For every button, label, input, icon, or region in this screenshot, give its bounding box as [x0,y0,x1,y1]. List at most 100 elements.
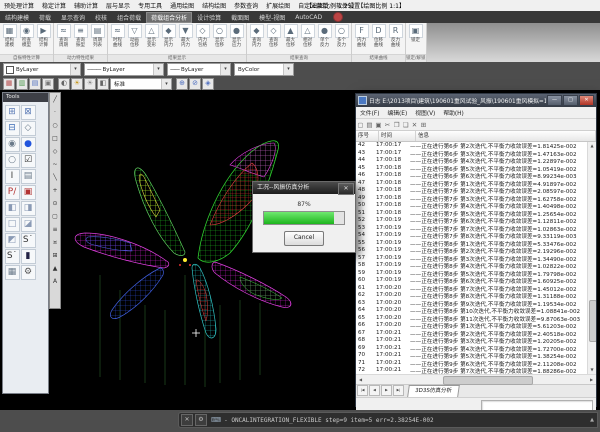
tool-palette-icon[interactable]: S˙ [5,249,20,264]
draw-tool-icon[interactable]: A [53,275,57,288]
tool-palette-icon[interactable]: ▦ [5,265,20,280]
tool-palette-icon[interactable]: ◩ [5,233,20,248]
log-row[interactable]: 67 17:00:21 ——正在进行第9步 第2次迭代,不平衡力收敛误差=2.4… [356,330,596,338]
ribbon-button[interactable]: △ 相对 位移 [300,24,316,54]
log-menu-item[interactable]: 视图(V) [411,108,439,117]
draw-tool-icon[interactable]: ~ [52,158,57,171]
log-row[interactable]: 56 17:00:19 ——正在进行第8步 第2次迭代,不平衡力收敛误差=2.1… [356,247,596,255]
close-icon[interactable]: ✕ [181,414,193,426]
customize-wrench-icon[interactable]: ⚙ [195,414,207,426]
toolbar-icon-button[interactable]: ◧ [97,78,109,90]
log-row[interactable]: 58 17:00:19 ——正在进行第8步 第4次迭代,不平衡力收敛误差=1.0… [356,262,596,270]
lineweight-combo[interactable]: —— ByLayer ▾ [167,63,231,76]
linetype-combo[interactable]: ——— ByLayer ▾ [84,63,164,76]
tool-palette-icon[interactable]: S˙ [21,233,36,248]
ribbon-button[interactable]: ○ 显示 位移 [212,24,228,54]
tool-palette-icon[interactable]: ⊟ [5,121,20,136]
log-toolbar-icon[interactable]: ❐ [392,121,401,129]
ribbon-button[interactable]: △ 显示 变形 [144,24,160,54]
log-menu-item[interactable]: 帮助(H) [439,108,467,117]
module-tab[interactable]: 荷载组合分析 [146,12,192,23]
log-toolbar-icon[interactable]: ▢ [356,121,365,129]
vertical-scrollbar[interactable]: ▲ ▼ [587,142,596,374]
log-row[interactable]: 52 17:00:19 ——正在进行第7步 第6次迭代,不平衡力收敛误差=1.1… [356,217,596,225]
ribbon-button[interactable]: ▲ 最大 位移 [283,24,299,54]
module-tab[interactable]: 组合荷载 [112,12,146,23]
command-line[interactable]: ✕ ⚙ ⌨ - ONCALINTEGRATION_FLEXIBLE step=9… [178,412,598,428]
ribbon-button[interactable]: ≈ 时程 曲线 [110,24,126,54]
log-row[interactable]: 44 17:00:18 ——正在进行第6步 第4次迭代,不平衡力收敛误差=1.2… [356,157,596,165]
log-row[interactable]: 64 17:00:20 ——正在进行第8步 第10次迭代,不平衡力收敛误差=1.… [356,307,596,315]
ribbon-button[interactable]: ▦ 结构 建模 [2,24,18,54]
tool-palette-icon[interactable]: ⚙ [21,265,36,280]
tool-palette-icon[interactable]: ⊞ [5,105,20,120]
tab-nav-button[interactable]: ◀ [369,385,380,396]
ribbon-button[interactable]: ▼ 最大 内力 [178,24,194,54]
log-toolbar-icon[interactable]: ▣ [374,121,383,129]
ribbon-button[interactable]: ◇ 内力 包络 [195,24,211,54]
cancel-button[interactable]: Cancel [284,231,324,246]
tool-palette-icon[interactable]: ● [21,137,36,152]
log-row[interactable]: 50 17:00:18 ——正在进行第7步 第4次迭代,不平衡力收敛误差=1.4… [356,202,596,210]
menu-item[interactable]: 结构绘图 [198,1,230,10]
toolbar-icon-button[interactable]: ☀ [71,78,83,90]
draw-tool-icon[interactable]: ▢ [52,210,58,223]
ribbon-button[interactable]: ○ 多个 反力 [334,24,350,54]
draw-tool-icon[interactable]: ◇ [53,145,58,158]
draw-tool-icon[interactable]: ≡ [52,223,57,236]
log-menu-item[interactable]: 文件(F) [356,108,383,117]
tool-palette-icon[interactable]: I [5,169,20,184]
log-row[interactable]: 68 17:00:21 ——正在进行第9步 第3次迭代,不平衡力收敛误差=1.2… [356,337,596,345]
menu-item[interactable]: 专用工具 [134,1,166,10]
log-row[interactable]: 66 17:00:20 ——正在进行第9步 第1次迭代,不平衡力收敛误差=5.6… [356,322,596,330]
ribbon-button[interactable]: ◇ 查询 位移 [266,24,282,54]
ribbon-button[interactable]: R 反力 曲线 [388,24,404,54]
draw-tool-icon[interactable]: ╱ [53,93,57,106]
tool-palette-icon[interactable]: □ [5,217,20,232]
log-row[interactable]: 65 17:00:20 ——正在进行第8步 第11次迭代,不平衡力收敛误差=9.… [356,315,596,323]
tool-palette-icon[interactable]: ◪ [21,217,36,232]
ribbon-button[interactable]: ▣ 锁定 [408,24,424,54]
log-toolbar-icon[interactable]: ✂ [383,121,392,129]
menu-item[interactable]: 层与显示 [102,1,134,10]
module-tab[interactable]: 荷载 [34,12,56,23]
tool-palette-icon[interactable]: ◨ [21,201,36,216]
log-row[interactable]: 63 17:00:20 ——正在进行第8步 第9次迭代,不平衡力收敛误差=1.1… [356,300,596,308]
menu-item[interactable]: 参数查询 [230,1,262,10]
command-history-icon[interactable]: ▲ [587,417,597,423]
log-row[interactable]: 60 17:00:19 ——正在进行第8步 第6次迭代,不平衡力收敛误差=1.6… [356,277,596,285]
menu-item[interactable]: 稳定计算 [38,1,70,10]
draw-tool-icon[interactable]: ○ [52,119,57,132]
tool-palette-icon[interactable]: ☑ [21,153,36,168]
log-toolbar-icon[interactable]: ✕ [410,121,419,129]
ribbon-button[interactable]: ● 单个 反力 [317,24,333,54]
log-toolbar-icon[interactable]: ▤ [365,121,374,129]
app-orb-icon[interactable] [333,12,343,22]
toolbar-icon-button[interactable]: ◈ [202,78,214,90]
module-tab[interactable]: AutoCAD [290,13,327,22]
ribbon-button[interactable]: ▤ 周期 列表 [90,24,106,54]
horizontal-scrollbar[interactable]: ◀ ▶ [356,374,596,384]
log-row[interactable]: 62 17:00:20 ——正在进行第8步 第8次迭代,不平衡力收敛误差=1.3… [356,292,596,300]
log-toolbar-icon[interactable]: ⊞ [419,121,428,129]
ribbon-button[interactable]: D 位移 曲线 [371,24,387,54]
log-row[interactable]: 69 17:00:21 ——正在进行第9步 第4次迭代,不平衡力收敛误差=1.7… [356,345,596,353]
log-toolbar-icon[interactable]: ❏ [401,121,410,129]
scrollbar-thumb[interactable] [443,376,534,385]
log-window-titlebar[interactable]: 日志 E:\2013项目\建筑\190601重风试验_风振\190601重风模拟… [356,94,596,107]
tool-palette-icon[interactable]: ◉ [5,137,20,152]
tool-palette-icon[interactable]: ▣ [21,185,36,200]
draw-tool-icon[interactable]: ⊙ [52,197,57,210]
command-text[interactable]: - ONCALINTEGRATION_FLEXIBLE step=9 item=… [224,417,587,424]
tool-palette-icon[interactable]: ▮ [21,249,36,264]
ribbon-button[interactable]: ◆ 显示 内力 [161,24,177,54]
ribbon-button[interactable]: ≡ 查询 振型 [73,24,89,54]
toolbar-icon-button[interactable]: ▤ [29,78,41,90]
tool-palette-icon[interactable]: ⊠ [21,105,36,120]
log-row[interactable]: 70 17:00:21 ——正在进行第9步 第5次迭代,不平衡力收敛误差=1.3… [356,352,596,360]
log-row[interactable]: 54 17:00:19 ——正在进行第7步 第8次迭代,不平衡力收敛误差=9.3… [356,232,596,240]
toolbar-icon-button[interactable]: ▦ [3,78,15,90]
tool-palette-icon[interactable]: P/ [5,185,20,200]
log-row[interactable]: 53 17:00:19 ——正在进行第7步 第7次迭代,不平衡力收敛误差=1.0… [356,225,596,233]
scroll-down-icon[interactable]: ▼ [588,366,596,374]
